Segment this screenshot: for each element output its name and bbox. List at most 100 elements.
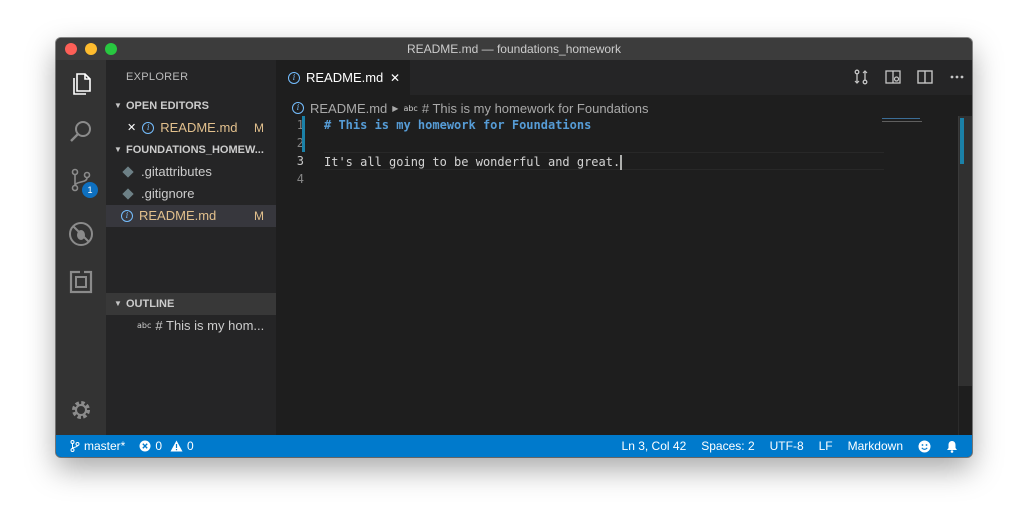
editor-actions <box>852 68 966 86</box>
open-editors-header[interactable]: ▼ OPEN EDITORS <box>106 95 276 117</box>
explorer-activity[interactable] <box>56 60 106 108</box>
debug-activity[interactable] <box>56 210 106 258</box>
code-line[interactable] <box>324 134 884 152</box>
tab-readme[interactable]: i README.md ✕ <box>276 60 410 95</box>
warning-count: 0 <box>187 439 194 453</box>
open-editors-label: OPEN EDITORS <box>126 100 209 112</box>
chevron-down-icon: ▼ <box>114 299 122 308</box>
window-controls <box>65 43 117 55</box>
activity-bar: 1 <box>56 60 106 435</box>
language-mode[interactable]: Markdown <box>848 439 903 453</box>
feedback-smiley-icon[interactable] <box>918 440 931 453</box>
search-icon <box>70 121 91 142</box>
line-number-gutter: 1 2 3 4 <box>276 116 304 188</box>
markdown-info-icon: i <box>142 122 155 134</box>
chevron-right-icon: ▶ <box>392 103 399 113</box>
maximize-window-button[interactable] <box>105 43 117 55</box>
string-symbol-icon: abc <box>403 103 418 113</box>
file-item[interactable]: .gitignore <box>106 183 276 205</box>
problems-status[interactable]: 0 0 <box>139 439 194 453</box>
warning-icon <box>170 440 183 452</box>
status-left: master* 0 0 <box>70 439 194 453</box>
branch-status[interactable]: master* <box>70 439 125 453</box>
editor-tabs: i README.md ✕ <box>276 60 972 95</box>
code-line[interactable]: # This is my homework for Foundations <box>324 116 884 134</box>
sidebar-title: EXPLORER <box>126 71 189 83</box>
modified-badge: M <box>254 121 264 135</box>
line-number: 2 <box>296 136 304 150</box>
outline-label: OUTLINE <box>126 298 175 310</box>
outline-item-label: # This is my hom... <box>155 318 265 333</box>
end-of-line[interactable]: LF <box>819 439 833 453</box>
title-bar: README.md — foundations_homework <box>56 38 972 60</box>
outline-item[interactable]: abc # This is my hom... <box>106 315 276 337</box>
breadcrumb-symbol[interactable]: # This is my homework for Foundations <box>422 101 649 116</box>
file-item[interactable]: .gitattributes <box>106 161 276 183</box>
outline-header[interactable]: ▼ OUTLINE <box>106 293 276 315</box>
scrollbar-change-marker <box>960 118 964 164</box>
vscode-window: README.md — foundations_homework 1 EXPLO… <box>56 38 972 457</box>
files-icon <box>73 73 91 95</box>
split-editor-icon[interactable] <box>916 68 934 86</box>
status-bar: master* 0 0 Ln 3, Col 42 Spaces: 2 UTF-8… <box>56 435 972 457</box>
code-line[interactable] <box>324 170 884 188</box>
indentation[interactable]: Spaces: 2 <box>701 439 754 453</box>
extensions-icon <box>69 270 93 294</box>
cursor-position[interactable]: Ln 3, Col 42 <box>622 439 687 453</box>
git-modified-gutter-marker <box>302 116 305 152</box>
search-activity[interactable] <box>56 108 106 156</box>
file-name: .gitattributes <box>141 164 212 179</box>
notifications-bell-icon[interactable] <box>946 440 958 453</box>
git-file-icon <box>122 188 134 200</box>
debug-icon <box>69 222 93 246</box>
manage-activity[interactable] <box>56 386 106 434</box>
branch-name: master* <box>84 439 126 453</box>
markdown-info-icon: i <box>292 102 304 114</box>
git-file-icon <box>122 166 134 178</box>
source-control-activity[interactable]: 1 <box>56 156 106 204</box>
preview-icon[interactable] <box>884 68 902 86</box>
error-icon <box>139 440 151 452</box>
chevron-down-icon: ▼ <box>114 101 122 110</box>
minimap[interactable] <box>882 118 922 126</box>
breadcrumb: i README.md ▶ abc # This is my homework … <box>292 98 648 118</box>
line-number: 4 <box>296 172 304 186</box>
window-title: README.md — foundations_homework <box>406 42 622 56</box>
close-icon[interactable]: ✕ <box>127 117 136 139</box>
file-name: README.md <box>139 208 217 223</box>
editor-area: i README.md ✕ i README.md ▶ abc # This i… <box>276 60 972 435</box>
open-changes-icon[interactable] <box>852 68 870 86</box>
markdown-info-icon: i <box>288 71 300 84</box>
close-tab-icon[interactable]: ✕ <box>390 71 400 85</box>
code-line-text: It's all going to be wonderful and great… <box>324 155 621 169</box>
file-name: .gitignore <box>141 186 195 201</box>
scm-count-badge: 1 <box>82 182 98 198</box>
open-editor-item[interactable]: ✕ i README.md M <box>106 117 276 139</box>
breadcrumb-file[interactable]: README.md <box>310 101 387 116</box>
folder-label: FOUNDATIONS_HOMEW... <box>126 144 264 156</box>
string-symbol-icon: abc <box>137 321 152 330</box>
extensions-activity[interactable] <box>56 258 106 306</box>
line-number-active: 3 <box>296 154 304 168</box>
markdown-info-icon: i <box>121 210 133 222</box>
close-window-button[interactable] <box>65 43 77 55</box>
tab-label: README.md <box>306 70 384 85</box>
encoding[interactable]: UTF-8 <box>770 439 804 453</box>
gear-icon <box>72 401 90 419</box>
line-number: 1 <box>296 118 304 132</box>
code-line-current[interactable]: It's all going to be wonderful and great… <box>324 152 884 170</box>
minimize-window-button[interactable] <box>85 43 97 55</box>
explorer-sidebar: EXPLORER ▼ OPEN EDITORS ✕ i README.md M … <box>106 60 276 435</box>
file-item-selected[interactable]: i README.md M <box>106 205 276 227</box>
open-editor-name: README.md <box>160 120 238 135</box>
status-right: Ln 3, Col 42 Spaces: 2 UTF-8 LF Markdown <box>622 439 958 453</box>
git-branch-icon <box>70 440 80 452</box>
chevron-down-icon: ▼ <box>114 145 122 154</box>
text-cursor <box>620 155 623 170</box>
code-editor[interactable]: # This is my homework for Foundations It… <box>324 116 884 188</box>
folder-header[interactable]: ▼ FOUNDATIONS_HOMEW... <box>106 139 276 161</box>
more-actions-icon[interactable] <box>948 68 966 86</box>
error-count: 0 <box>155 439 163 453</box>
modified-badge: M <box>254 209 264 223</box>
